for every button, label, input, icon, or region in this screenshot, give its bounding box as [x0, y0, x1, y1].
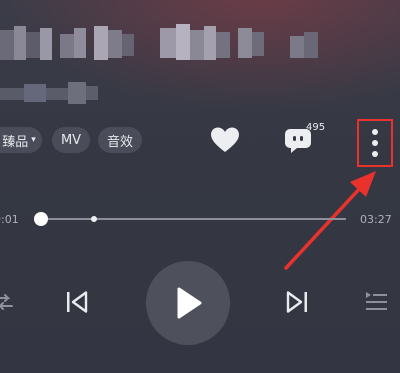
quality-label: 臻品	[2, 134, 29, 150]
play-button[interactable]	[146, 261, 230, 345]
sound-effect-button[interactable]: 音效	[98, 127, 142, 153]
repeat-icon[interactable]	[0, 290, 14, 314]
song-title-obscured	[0, 22, 335, 66]
total-time: 03:27	[360, 213, 392, 226]
skip-next-icon[interactable]	[284, 289, 310, 315]
more-options-button[interactable]	[357, 119, 393, 167]
more-vertical-icon	[372, 129, 378, 135]
artist-name-obscured	[0, 80, 100, 106]
chevron-down-icon: ▾	[31, 135, 36, 145]
progress-knob[interactable]	[34, 212, 48, 226]
more-dot	[372, 151, 378, 157]
buffer-marker	[91, 216, 97, 222]
sound-effect-label: 音效	[106, 134, 133, 150]
mv-label: MV	[60, 132, 82, 148]
heart-icon[interactable]	[210, 126, 240, 154]
quality-selector[interactable]: 臻品 ▾	[0, 127, 42, 153]
skip-previous-icon[interactable]	[64, 289, 90, 315]
play-icon	[177, 287, 202, 319]
elapsed-time: 0:01	[0, 213, 19, 226]
more-dot	[372, 140, 378, 146]
progress-track[interactable]	[40, 218, 346, 220]
playlist-icon[interactable]	[364, 291, 388, 313]
comment-count: 495	[306, 122, 326, 133]
mv-button[interactable]: MV	[52, 127, 90, 153]
